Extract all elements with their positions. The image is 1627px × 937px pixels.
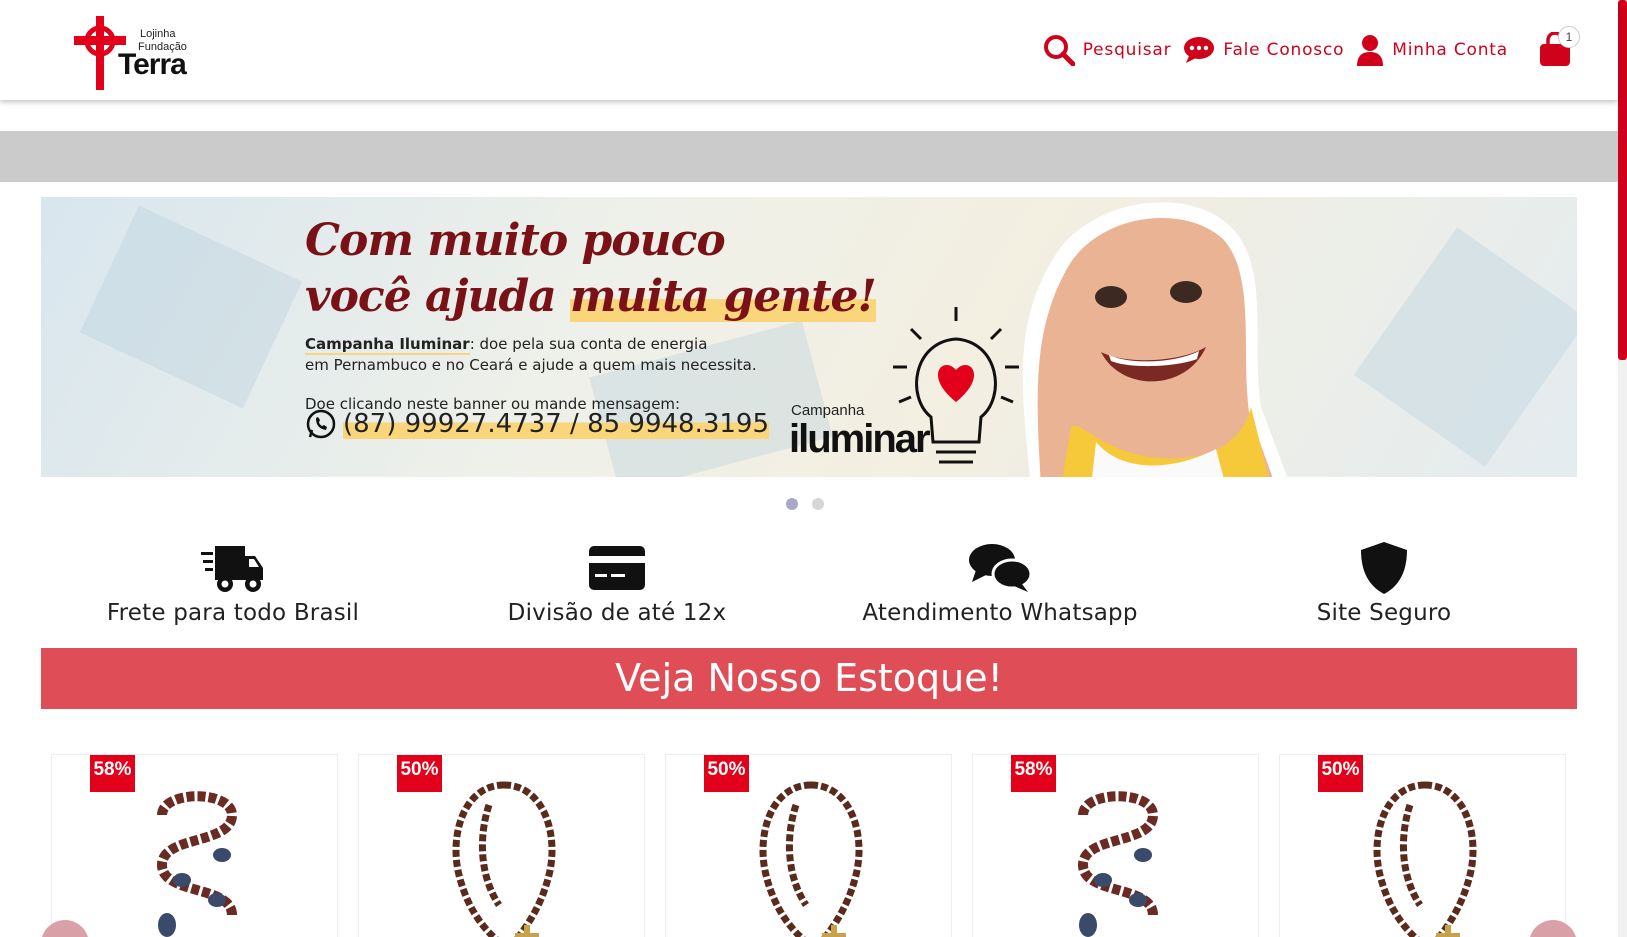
rosary-image (156, 791, 238, 937)
site-header: Lojinha Fundação Terra Pesquisar Fale Co… (0, 0, 1618, 100)
feature-installments: Divisão de até 12x (467, 540, 767, 626)
rosary-image (1077, 791, 1159, 937)
product-card[interactable]: 58% (972, 754, 1259, 937)
rosary-image (1373, 781, 1477, 937)
whatsapp-icon (306, 409, 336, 439)
contact-link[interactable]: Fale Conosco (1183, 36, 1344, 64)
product-card[interactable]: 50% (358, 754, 645, 937)
contact-label: Fale Conosco (1223, 40, 1345, 60)
feature-secure: Site Seguro (1234, 540, 1534, 626)
search-link[interactable]: Pesquisar (1043, 34, 1172, 66)
search-icon (1043, 35, 1075, 66)
banner-text-1: Campanha Iluminar: doe pela sua conta de… (305, 335, 708, 355)
carousel-dots (786, 498, 838, 510)
campaign-banner[interactable]: Com muito pouco você ajuda muita gente! … (41, 197, 1577, 477)
feature-label: Frete para todo Brasil (106, 600, 360, 626)
shield-icon (1361, 542, 1407, 594)
cart-count-badge: 1 (1558, 26, 1580, 48)
product-card[interactable]: 50% (1279, 754, 1566, 937)
feature-label: Divisão de até 12x (507, 600, 727, 626)
banner-headline-2a: você ajuda (305, 271, 571, 322)
banner-text-1-rest: : doe pela sua conta de energia (469, 335, 708, 353)
banner-decoration (1353, 227, 1577, 467)
chat-icon (969, 544, 1032, 592)
banner-text-2: em Pernambuco e no Ceará e ajude a quem … (305, 356, 757, 374)
scrollbar[interactable] (1618, 0, 1627, 937)
banner-phone: (87) 99927.4737 / 85 9948.3195 (305, 408, 770, 440)
rosary-image (759, 781, 863, 937)
scrollbar-thumb[interactable] (1618, 0, 1627, 360)
feature-label: Atendimento Whatsapp (862, 600, 1138, 626)
logo-line-1: Lojinha (140, 28, 176, 40)
logo-line-3: Terra (118, 48, 187, 81)
cart-button[interactable]: 1 (1538, 26, 1580, 70)
logo[interactable]: Lojinha Fundação Terra (74, 16, 204, 90)
child-photo (1022, 202, 1288, 477)
carousel-dot-2[interactable] (812, 498, 824, 510)
header-nav: Pesquisar Fale Conosco Minha Conta 1 (1031, 26, 1580, 70)
campaign-name: Campanha Iluminar (305, 335, 470, 355)
credit-card-icon (589, 546, 645, 590)
banner-headline-1: Com muito pouco (305, 215, 726, 266)
search-label: Pesquisar (1082, 40, 1172, 60)
truck-icon (201, 546, 263, 592)
product-card[interactable]: 50% (665, 754, 952, 937)
account-link[interactable]: Minha Conta (1356, 34, 1508, 66)
rosary-image (452, 781, 556, 937)
feature-shipping: Frete para todo Brasil (83, 540, 383, 626)
feature-label: Site Seguro (1316, 600, 1452, 626)
account-label: Minha Conta (1392, 40, 1508, 60)
user-icon (1357, 35, 1384, 66)
phone-numbers: (87) 99927.4737 / 85 9948.3195 (343, 409, 770, 439)
product-card[interactable]: 58% (51, 754, 338, 937)
banner-decoration (79, 205, 303, 409)
banner-headline-2: você ajuda muita gente! (305, 271, 877, 322)
menu-bar (0, 131, 1618, 182)
stock-section-title: Veja Nosso Estoque! (41, 648, 1577, 709)
carousel-dot-1[interactable] (786, 498, 798, 510)
feature-whatsapp: Atendimento Whatsapp (850, 540, 1150, 626)
banner-headline-2b: muita gente! (570, 271, 877, 322)
chat-bubble-icon (1184, 37, 1215, 63)
